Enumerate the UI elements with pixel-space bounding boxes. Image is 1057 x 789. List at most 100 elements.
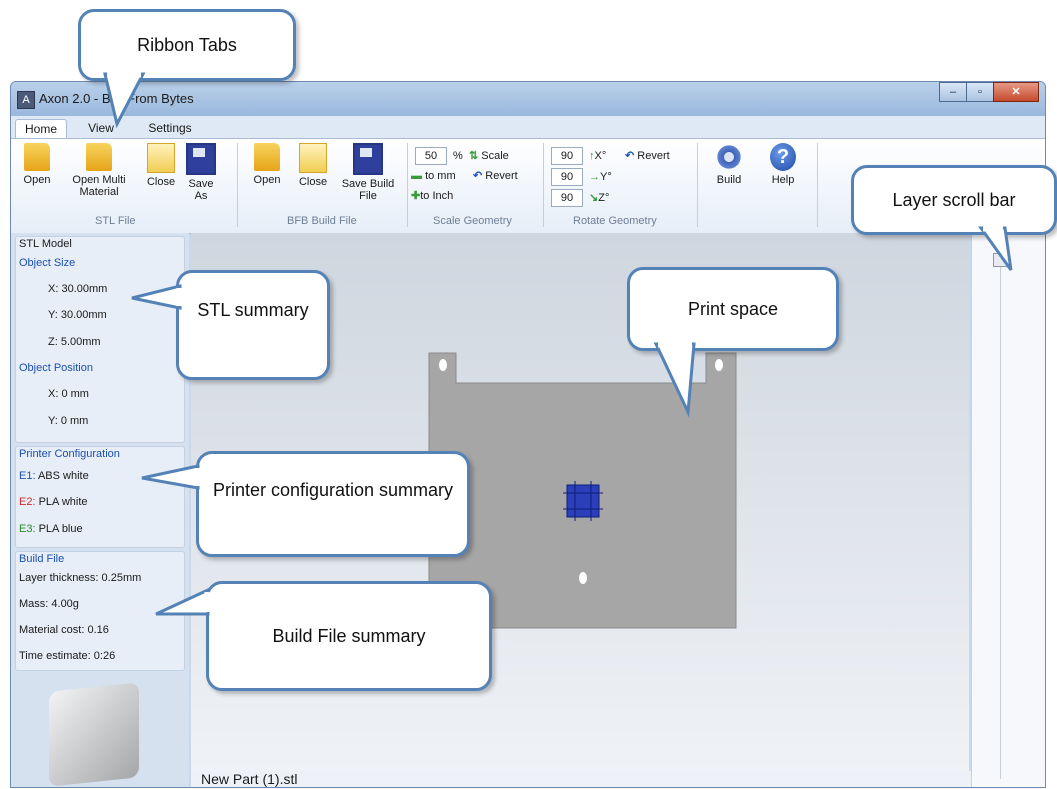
- extruder-3-id: E3:: [19, 523, 36, 535]
- bfb-open-label: Open: [253, 174, 281, 186]
- close-icon[interactable]: ✕: [993, 82, 1039, 102]
- rotate-y-button[interactable]: →Y°: [589, 170, 612, 184]
- bfb-close-button[interactable]: Close: [293, 143, 333, 188]
- material-cost: Material cost: 0.16: [19, 624, 109, 636]
- arrow-right-icon: →: [589, 171, 600, 183]
- window-controls: – ▫ ✕: [939, 82, 1039, 102]
- callout-print-space: Print space: [627, 267, 839, 351]
- callout-pointer: [155, 587, 210, 616]
- ribbon-tabs: Home View Settings: [11, 116, 1045, 139]
- extruder-2-material: PLA white: [38, 496, 88, 508]
- object-size-title: Object Size: [19, 257, 76, 269]
- bfb-build-file-group-label: BFB Build File: [287, 215, 357, 227]
- extruder-1-material: ABS white: [37, 470, 89, 482]
- rotate-revert-label: Revert: [637, 150, 670, 162]
- rotate-z-button[interactable]: ↘Z°: [589, 191, 609, 205]
- ribbon-separator: [697, 143, 698, 227]
- extruder-3-material: PLA blue: [38, 523, 83, 535]
- object-size-z: Z: 5.00mm: [48, 336, 101, 348]
- extruder-2-id: E2:: [19, 496, 36, 508]
- page: { "window": { "title": "Axon 2.0 - Bits …: [0, 0, 1057, 789]
- callout-pointer: [103, 72, 146, 129]
- scale-button[interactable]: ⇅ Scale: [469, 149, 509, 163]
- callout-print-space-text: Print space: [687, 299, 779, 319]
- 3d-systems-logo: [49, 682, 139, 787]
- ribbon-separator: [543, 143, 544, 227]
- callout-layer-scroll-bar: Layer scroll bar: [851, 165, 1057, 235]
- rotate-x-button[interactable]: ↑X°: [589, 149, 606, 163]
- stl-save-as-label: Save As: [188, 178, 214, 202]
- bed-mount-hole: [439, 359, 447, 371]
- scale-geometry-group-label: Scale Geometry: [433, 215, 512, 227]
- bed-mount-hole: [715, 359, 723, 371]
- callout-build-file-summary-text: Build File summary: [272, 626, 426, 646]
- stl-open-button[interactable]: Open: [17, 143, 57, 186]
- rotate-y-input[interactable]: 90: [551, 168, 583, 186]
- object-position-y: Y: 0 mm: [48, 415, 89, 427]
- ribbon-separator: [407, 143, 408, 227]
- save-build-file-button[interactable]: Save Build File: [339, 143, 397, 202]
- bfb-open-button[interactable]: Open: [247, 143, 287, 186]
- callout-stl-summary-text: STL summary: [197, 300, 309, 320]
- save-icon: [353, 143, 383, 175]
- rotate-z-input[interactable]: 90: [551, 189, 583, 207]
- time-estimate: Time estimate: 0:26: [19, 650, 116, 662]
- callout-printer-configuration-summary: Printer configuration summary: [196, 451, 470, 557]
- callout-layer-scroll-bar-text: Layer scroll bar: [892, 190, 1016, 210]
- folder-icon: [254, 143, 280, 171]
- to-inch-button[interactable]: ✚to Inch: [411, 189, 453, 203]
- bed-mount-hole: [579, 572, 587, 584]
- to-mm-button[interactable]: ▬ to mm: [411, 169, 456, 183]
- rotate-geometry-group-label: Rotate Geometry: [573, 215, 657, 227]
- maximize-icon[interactable]: ▫: [966, 82, 994, 102]
- object-size-y: Y: 30.00mm: [48, 309, 107, 321]
- callout-pointer: [131, 284, 182, 310]
- plus-icon: ✚: [411, 190, 421, 202]
- help-icon: ?: [770, 143, 796, 171]
- scale-label: Scale: [481, 150, 509, 162]
- ribbon-separator: [237, 143, 238, 227]
- stl-save-as-button[interactable]: Save As: [183, 143, 219, 202]
- bfb-close-label: Close: [298, 176, 328, 188]
- scale-revert-label: Revert: [485, 170, 518, 182]
- minimize-icon[interactable]: –: [939, 82, 967, 102]
- arrow-down-right-icon: ↘: [589, 192, 599, 204]
- save-build-file-label: Save Build File: [341, 178, 395, 202]
- to-mm-label: to mm: [425, 170, 456, 182]
- ruler-icon: ▬: [411, 170, 422, 182]
- help-label: Help: [771, 174, 795, 186]
- build-button[interactable]: Build: [709, 143, 749, 186]
- stl-open-multi-material-button[interactable]: Open Multi Material: [59, 143, 139, 198]
- rotate-revert-button[interactable]: ↶ Revert: [625, 149, 670, 163]
- folder-icon: [86, 143, 112, 171]
- current-file-name: New Part (1).stl: [191, 771, 979, 787]
- percent-unit: %: [453, 150, 463, 162]
- extruder-1-id: E1:: [19, 470, 36, 482]
- title-bar: A Axon 2.0 - Bits From Bytes – ▫ ✕: [11, 82, 1045, 116]
- revert-icon: ↶: [625, 150, 635, 162]
- rotate-y-label: Y°: [600, 171, 612, 183]
- object-position-title: Object Position: [19, 362, 93, 374]
- stl-model-title: STL Model: [19, 238, 72, 250]
- revert-icon: ↶: [473, 170, 483, 182]
- layer-thickness: Layer thickness: 0.25mm: [19, 572, 142, 584]
- extruder-1-entry: E1: ABS white: [19, 470, 89, 482]
- rotate-x-input[interactable]: 90: [551, 147, 583, 165]
- callout-pointer: [653, 342, 696, 418]
- scale-percent-input[interactable]: 50: [415, 147, 447, 165]
- to-inch-label: to Inch: [420, 190, 454, 202]
- printer-configuration-title: Printer Configuration: [19, 448, 120, 460]
- object-position-x: X: 0 mm: [48, 388, 89, 400]
- rotate-z-label: Z°: [598, 192, 610, 204]
- layer-scroll-bar[interactable]: [971, 233, 1045, 787]
- extruder-2-entry: E2: PLA white: [19, 496, 88, 508]
- stl-model-section: STL Model Object Size X: 30.00mm Y: 30.0…: [15, 236, 185, 443]
- stl-model-object[interactable]: [566, 484, 600, 518]
- callout-ribbon-tabs-text: Ribbon Tabs: [137, 35, 237, 55]
- stl-close-button[interactable]: Close: [141, 143, 181, 188]
- save-icon: [186, 143, 216, 175]
- scale-revert-button[interactable]: ↶ Revert: [473, 169, 518, 183]
- stl-open-label: Open: [23, 174, 51, 186]
- tab-home[interactable]: Home: [15, 119, 67, 139]
- help-button[interactable]: ? Help: [763, 143, 803, 186]
